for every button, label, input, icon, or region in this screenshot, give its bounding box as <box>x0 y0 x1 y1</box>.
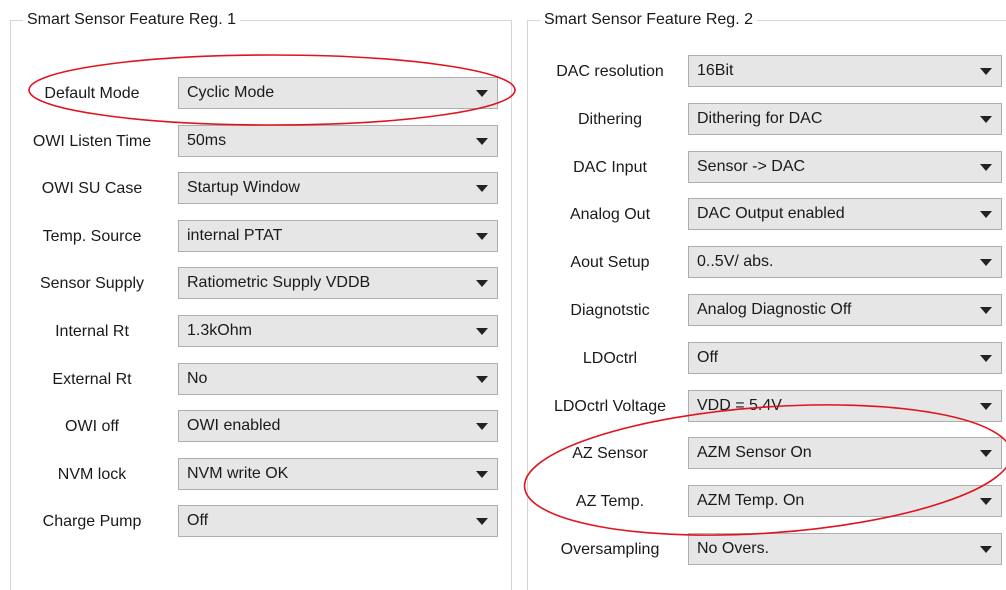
az-sensor-selected-value: AZM Sensor On <box>697 444 812 461</box>
chevron-down-icon[interactable] <box>980 116 992 123</box>
internal-rt-selected-value: 1.3kOhm <box>187 322 252 339</box>
chevron-down-icon[interactable] <box>980 68 992 75</box>
chevron-down-icon[interactable] <box>476 423 488 430</box>
chevron-down-icon[interactable] <box>980 403 992 410</box>
default-mode-dropdown[interactable]: Cyclic Mode <box>178 77 498 109</box>
external-rt-selected-value: No <box>187 370 208 387</box>
chevron-down-icon[interactable] <box>476 185 488 192</box>
dac-input-dropdown[interactable]: Sensor -> DAC <box>688 151 1002 183</box>
dac-input-label: DAC Input <box>573 159 647 176</box>
default-mode-label: Default Mode <box>44 85 140 102</box>
owi-listen-time-selected-value: 50ms <box>187 132 227 149</box>
default-mode-selected-value: Cyclic Mode <box>187 84 275 101</box>
chevron-down-icon[interactable] <box>980 164 992 171</box>
charge-pump-selected-value: Off <box>187 512 209 529</box>
sensor-supply-label: Sensor Supply <box>39 275 145 292</box>
dac-resolution-selected-value: 16Bit <box>697 62 734 79</box>
charge-pump-label: Charge Pump <box>42 513 142 530</box>
temp-source-selected-value: internal PTAT <box>187 227 283 244</box>
chevron-down-icon[interactable] <box>476 138 488 145</box>
ldoctrl-selected-value: Off <box>697 349 719 366</box>
owi-su-case-selected-value: Startup Window <box>187 179 300 196</box>
az-temp-dropdown[interactable]: AZM Temp. On <box>688 485 1002 517</box>
sensor-supply-dropdown[interactable]: Ratiometric Supply VDDB <box>178 267 498 299</box>
owi-su-case-label: OWI SU Case <box>41 180 143 197</box>
owi-off-selected-value: OWI enabled <box>187 417 281 434</box>
chevron-down-icon[interactable] <box>476 90 488 97</box>
diagnotstic-dropdown[interactable]: Analog Diagnostic Off <box>688 294 1002 326</box>
analog-out-label: Analog Out <box>569 206 651 223</box>
ldoctrl-dropdown[interactable]: Off <box>688 342 1002 374</box>
diagnotstic-selected-value: Analog Diagnostic Off <box>697 301 852 318</box>
aout-setup-selected-value: 0..5V/ abs. <box>697 253 774 270</box>
ldoctrl-label: LDOctrl <box>582 350 638 367</box>
chevron-down-icon[interactable] <box>980 259 992 266</box>
internal-rt-dropdown[interactable]: 1.3kOhm <box>178 315 498 347</box>
nvm-lock-label: NVM lock <box>57 466 127 483</box>
charge-pump-dropdown[interactable]: Off <box>178 505 498 537</box>
aout-setup-label: Aout Setup <box>570 254 650 271</box>
aout-setup-dropdown[interactable]: 0..5V/ abs. <box>688 246 1002 278</box>
owi-su-case-dropdown[interactable]: Startup Window <box>178 172 498 204</box>
feature-reg-1-title: Smart Sensor Feature Reg. 1 <box>23 10 240 30</box>
chevron-down-icon[interactable] <box>476 471 488 478</box>
chevron-down-icon[interactable] <box>980 546 992 553</box>
chevron-down-icon[interactable] <box>476 376 488 383</box>
ldoctrl-voltage-label: LDOctrl Voltage <box>553 398 667 415</box>
ldoctrl-voltage-dropdown[interactable]: VDD = 5.4V <box>688 390 1002 422</box>
oversampling-selected-value: No Overs. <box>697 540 770 557</box>
external-rt-label: External Rt <box>52 371 132 388</box>
nvm-lock-dropdown[interactable]: NVM write OK <box>178 458 498 490</box>
ldoctrl-voltage-selected-value: VDD = 5.4V <box>697 397 782 414</box>
dac-input-selected-value: Sensor -> DAC <box>697 158 806 175</box>
chevron-down-icon[interactable] <box>980 450 992 457</box>
dac-resolution-dropdown[interactable]: 16Bit <box>688 55 1002 87</box>
chevron-down-icon[interactable] <box>980 211 992 218</box>
dithering-selected-value: Dithering for DAC <box>697 110 823 127</box>
chevron-down-icon[interactable] <box>980 355 992 362</box>
chevron-down-icon[interactable] <box>476 233 488 240</box>
dithering-dropdown[interactable]: Dithering for DAC <box>688 103 1002 135</box>
oversampling-dropdown[interactable]: No Overs. <box>688 533 1002 565</box>
owi-off-label: OWI off <box>65 418 119 435</box>
dac-resolution-label: DAC resolution <box>556 63 664 80</box>
chevron-down-icon[interactable] <box>476 328 488 335</box>
chevron-down-icon[interactable] <box>980 498 992 505</box>
diagnotstic-label: Diagnotstic <box>570 302 650 319</box>
chevron-down-icon[interactable] <box>476 280 488 287</box>
sensor-supply-selected-value: Ratiometric Supply VDDB <box>187 274 371 291</box>
owi-listen-time-label: OWI Listen Time <box>32 133 152 150</box>
oversampling-label: Oversampling <box>560 541 660 558</box>
owi-listen-time-dropdown[interactable]: 50ms <box>178 125 498 157</box>
temp-source-dropdown[interactable]: internal PTAT <box>178 220 498 252</box>
az-sensor-label: AZ Sensor <box>572 445 648 462</box>
temp-source-label: Temp. Source <box>42 228 142 245</box>
nvm-lock-selected-value: NVM write OK <box>187 465 289 482</box>
analog-out-dropdown[interactable]: DAC Output enabled <box>688 198 1002 230</box>
external-rt-dropdown[interactable]: No <box>178 363 498 395</box>
internal-rt-label: Internal Rt <box>55 323 129 340</box>
owi-off-dropdown[interactable]: OWI enabled <box>178 410 498 442</box>
chevron-down-icon[interactable] <box>980 307 992 314</box>
feature-reg-2-title: Smart Sensor Feature Reg. 2 <box>540 10 757 30</box>
analog-out-selected-value: DAC Output enabled <box>697 205 845 222</box>
az-temp-label: AZ Temp. <box>575 493 645 510</box>
dithering-label: Dithering <box>577 111 643 128</box>
az-sensor-dropdown[interactable]: AZM Sensor On <box>688 437 1002 469</box>
chevron-down-icon[interactable] <box>476 518 488 525</box>
az-temp-selected-value: AZM Temp. On <box>697 492 805 509</box>
